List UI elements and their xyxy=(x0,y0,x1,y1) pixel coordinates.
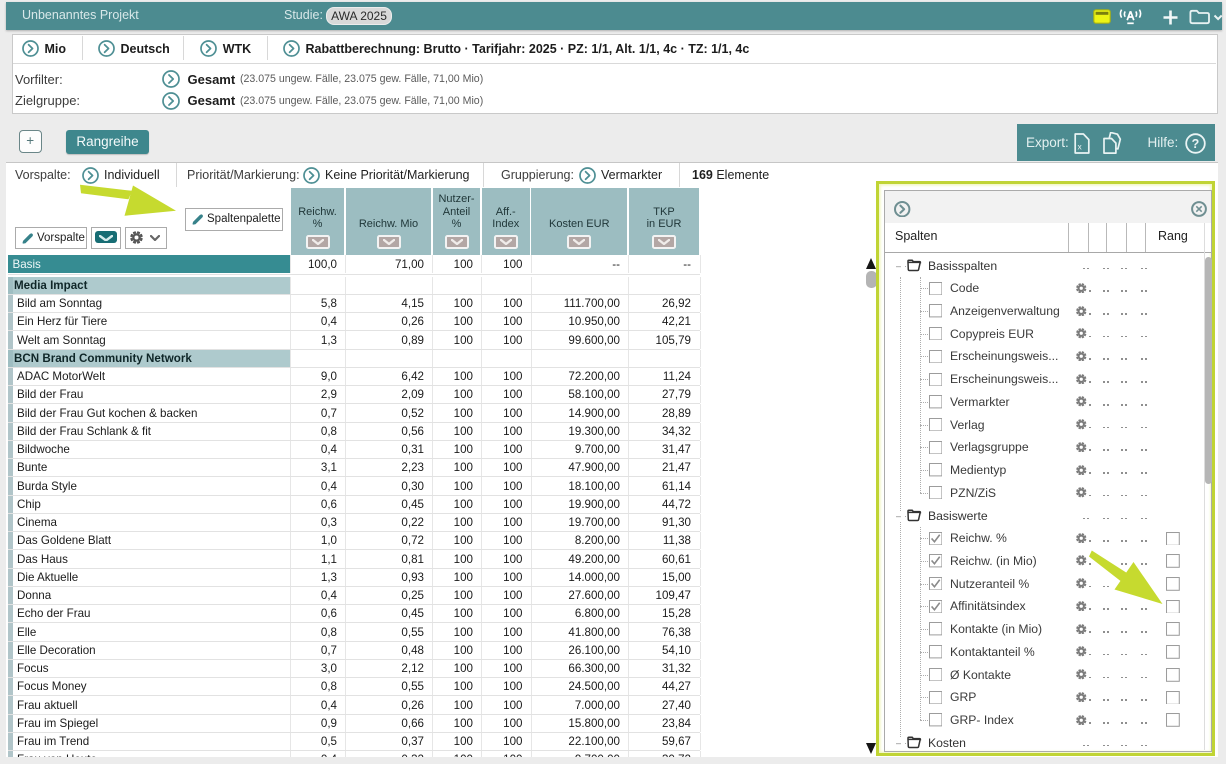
svg-text:?: ? xyxy=(1192,137,1200,151)
svg-text:x: x xyxy=(1077,142,1082,152)
